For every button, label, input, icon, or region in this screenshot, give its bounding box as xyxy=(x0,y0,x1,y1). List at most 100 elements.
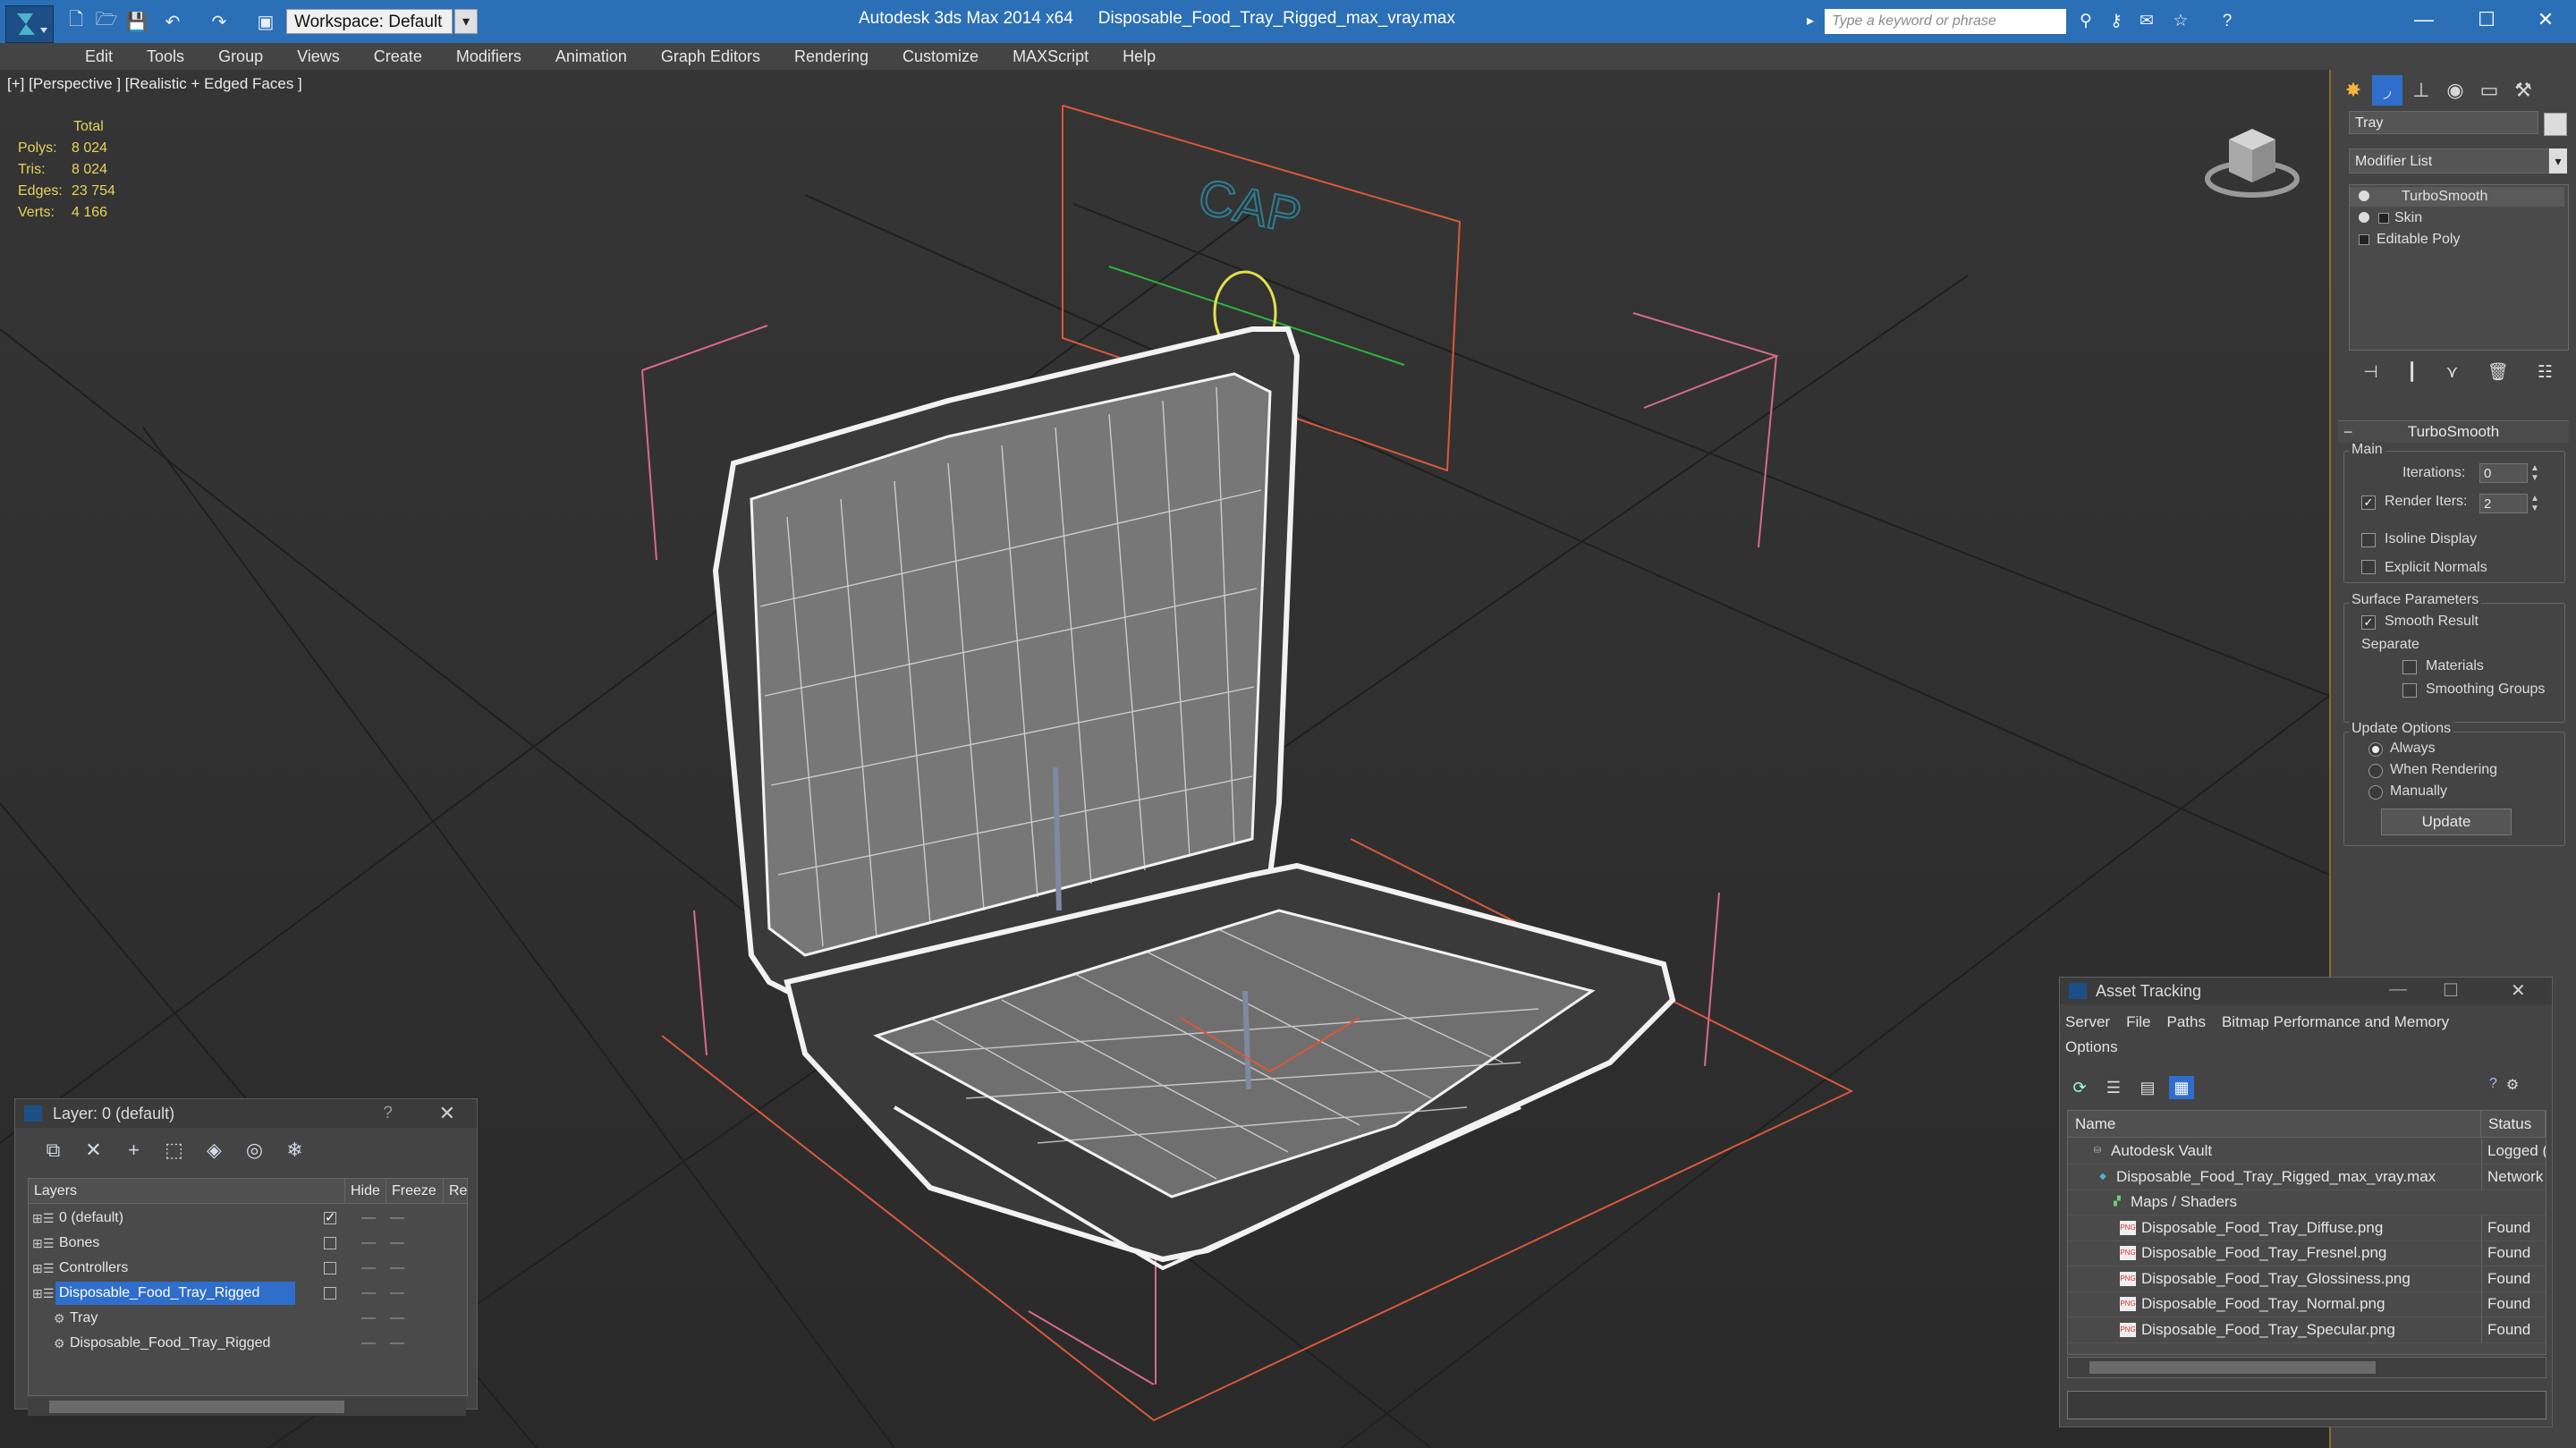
hide-toggle[interactable]: — xyxy=(361,1231,376,1256)
utilities-tab-icon[interactable]: ⚒ xyxy=(2508,75,2538,106)
stack-item-turbosmooth[interactable]: TurboSmooth xyxy=(2350,187,2564,207)
layer-name[interactable]: Disposable_Food_Tray_Rigged xyxy=(55,1282,296,1305)
explicit-normals-checkbox[interactable] xyxy=(2361,560,2376,574)
spinner-arrows-icon[interactable]: ▲ ▼ xyxy=(2529,494,2540,513)
menu-paths[interactable]: Paths xyxy=(2166,1013,2205,1030)
menu-options[interactable]: Options xyxy=(2065,1038,2118,1055)
lightbulb-icon[interactable] xyxy=(2359,212,2369,223)
column-header-status[interactable]: Status xyxy=(2481,1111,2546,1138)
menu-create[interactable]: Create xyxy=(357,43,439,70)
modify-tab-icon[interactable]: ◞ xyxy=(2372,75,2402,106)
layer-row[interactable]: ⚙ Tray — — xyxy=(29,1306,467,1331)
manually-radio[interactable] xyxy=(2368,785,2383,800)
viewcube-icon[interactable] xyxy=(2202,113,2302,211)
column-header-hide[interactable]: Hide xyxy=(345,1179,386,1204)
viewport-label[interactable]: [+] [Perspective ] [Realistic + Edged Fa… xyxy=(7,75,302,93)
display-tab-icon[interactable]: ▭ xyxy=(2474,75,2504,106)
pin-stack-icon[interactable]: ⊣ xyxy=(2363,362,2378,383)
maximize-icon[interactable]: ☐ xyxy=(2443,979,2459,1002)
stack-item-skin[interactable]: Skin xyxy=(2350,208,2564,228)
list-view-icon[interactable]: ☰ xyxy=(2101,1076,2126,1099)
layer-name[interactable]: Tray xyxy=(66,1307,133,1330)
communication-icon[interactable]: ✉ xyxy=(2134,11,2159,32)
layer-row[interactable]: ⊞ ☰ Controllers — — xyxy=(29,1256,467,1281)
binoculars-icon[interactable]: ⚲ xyxy=(2073,11,2098,32)
layer-window-titlebar[interactable]: Layer: 0 (default) ? ✕ xyxy=(15,1099,477,1128)
add-to-layer-icon[interactable]: + xyxy=(114,1137,154,1164)
always-radio[interactable] xyxy=(2368,742,2383,757)
table-view-icon[interactable]: ▦ xyxy=(2169,1076,2194,1099)
asset-window-titlebar[interactable]: Asset Tracking — ☐ ✕ xyxy=(2060,978,2552,1004)
horizontal-scrollbar[interactable] xyxy=(28,1398,466,1416)
stack-item-editable-poly[interactable]: Editable Poly xyxy=(2350,230,2564,250)
help-icon[interactable]: ? xyxy=(2489,1076,2497,1099)
column-header-render[interactable]: Re xyxy=(444,1179,467,1204)
freeze-toggle[interactable]: — xyxy=(390,1281,404,1306)
asset-path-field[interactable] xyxy=(2067,1391,2546,1419)
freeze-toggle[interactable]: — xyxy=(390,1331,404,1356)
freeze-all-icon[interactable]: ❄ xyxy=(275,1137,315,1164)
asset-row[interactable]: PNG Disposable_Food_Tray_Specular.png Foun… xyxy=(2068,1317,2546,1343)
detail-view-icon[interactable]: ▤ xyxy=(2135,1076,2160,1099)
workspace-dropdown-button[interactable]: ▾ xyxy=(454,9,478,34)
refresh-icon[interactable]: ⟳ xyxy=(2067,1076,2092,1099)
project-folder-icon[interactable]: ▣ xyxy=(254,11,277,32)
isoline-display-checkbox[interactable] xyxy=(2361,533,2376,547)
menu-file[interactable]: File xyxy=(2126,1013,2150,1030)
object-color-swatch[interactable] xyxy=(2544,113,2567,136)
asset-row[interactable]: PNG Disposable_Food_Tray_Glossiness.png Fo… xyxy=(2068,1266,2546,1292)
freeze-toggle[interactable]: — xyxy=(390,1231,404,1256)
spinner-arrows-icon[interactable]: ▲ ▼ xyxy=(2529,463,2540,483)
smoothing-groups-checkbox[interactable] xyxy=(2402,683,2417,698)
minimize-button[interactable]: — xyxy=(2397,4,2451,36)
save-file-icon[interactable]: 💾 xyxy=(125,11,148,32)
workspace-select[interactable]: Workspace: Default xyxy=(286,9,453,34)
scrollbar-thumb[interactable] xyxy=(49,1401,344,1413)
open-file-icon[interactable]: 🗁 xyxy=(95,10,118,32)
layer-name[interactable]: Disposable_Food_Tray_Rigged xyxy=(66,1332,306,1355)
hide-toggle[interactable]: — xyxy=(361,1206,376,1231)
expand-icon[interactable]: ⊞ xyxy=(32,1212,43,1224)
show-end-result-icon[interactable]: ┃ xyxy=(2407,362,2417,383)
asset-row[interactable]: PNG Disposable_Food_Tray_Fresnel.png Found xyxy=(2068,1241,2546,1266)
hide-toggle[interactable]: — xyxy=(361,1256,376,1281)
menu-group[interactable]: Group xyxy=(201,43,280,70)
expand-icon[interactable] xyxy=(2378,213,2389,224)
menu-modifiers[interactable]: Modifiers xyxy=(439,43,538,70)
render-iters-checkbox[interactable]: ✓ xyxy=(2361,495,2376,510)
scrollbar-thumb[interactable] xyxy=(2089,1361,2376,1374)
when-rendering-radio[interactable] xyxy=(2368,764,2383,778)
menu-tools[interactable]: Tools xyxy=(130,43,201,70)
search-input[interactable]: Type a keyword or phrase xyxy=(1825,9,2066,34)
current-layer-checkbox[interactable] xyxy=(324,1287,336,1300)
help-icon[interactable]: ? xyxy=(2215,11,2240,32)
current-layer-checkbox[interactable] xyxy=(324,1262,336,1274)
asset-row[interactable]: PNG Disposable_Food_Tray_Normal.png Found xyxy=(2068,1291,2546,1317)
horizontal-scrollbar[interactable] xyxy=(2067,1357,2546,1378)
minimize-icon[interactable]: — xyxy=(2389,979,2407,1000)
settings-icon[interactable]: ⚙ xyxy=(2506,1076,2519,1099)
column-header-layers[interactable]: Layers xyxy=(29,1179,345,1204)
menu-animation[interactable]: Animation xyxy=(538,43,644,70)
motion-tab-icon[interactable]: ◉ xyxy=(2440,75,2470,106)
favorites-star-icon[interactable]: ☆ xyxy=(2168,11,2193,32)
modifier-list-arrow[interactable]: ▾ xyxy=(2549,148,2567,174)
iterations-spinner[interactable]: 0 xyxy=(2479,463,2528,483)
new-file-icon[interactable]: 🗋 xyxy=(64,10,88,32)
menu-edit[interactable]: Edit xyxy=(68,43,130,70)
menu-server[interactable]: Server xyxy=(2065,1013,2110,1030)
layer-name[interactable]: Bones xyxy=(55,1232,135,1255)
search-expand-icon[interactable]: ▸ xyxy=(1807,11,1823,32)
turbosmooth-rollout-header[interactable]: − TurboSmooth xyxy=(2338,420,2569,443)
undo-icon[interactable]: ↶ xyxy=(161,11,184,32)
asset-row[interactable]: ⛁ Autodesk Vault Logged ( xyxy=(2068,1139,2546,1164)
expand-icon[interactable]: ⊞ xyxy=(32,1237,43,1249)
freeze-toggle[interactable]: — xyxy=(390,1306,404,1331)
menu-views[interactable]: Views xyxy=(280,43,357,70)
menu-graph-editors[interactable]: Graph Editors xyxy=(644,43,777,70)
layer-row[interactable]: ⊞ ☰ 0 (default) ✓ — — xyxy=(29,1206,467,1231)
highlight-layer-icon[interactable]: ◈ xyxy=(194,1137,234,1164)
asset-row[interactable]: ◆ Disposable_Food_Tray_Rigged_max_vray.ma… xyxy=(2068,1164,2546,1190)
current-layer-checkbox[interactable]: ✓ xyxy=(324,1211,336,1224)
remove-modifier-icon[interactable]: 🗑 xyxy=(2487,361,2509,383)
